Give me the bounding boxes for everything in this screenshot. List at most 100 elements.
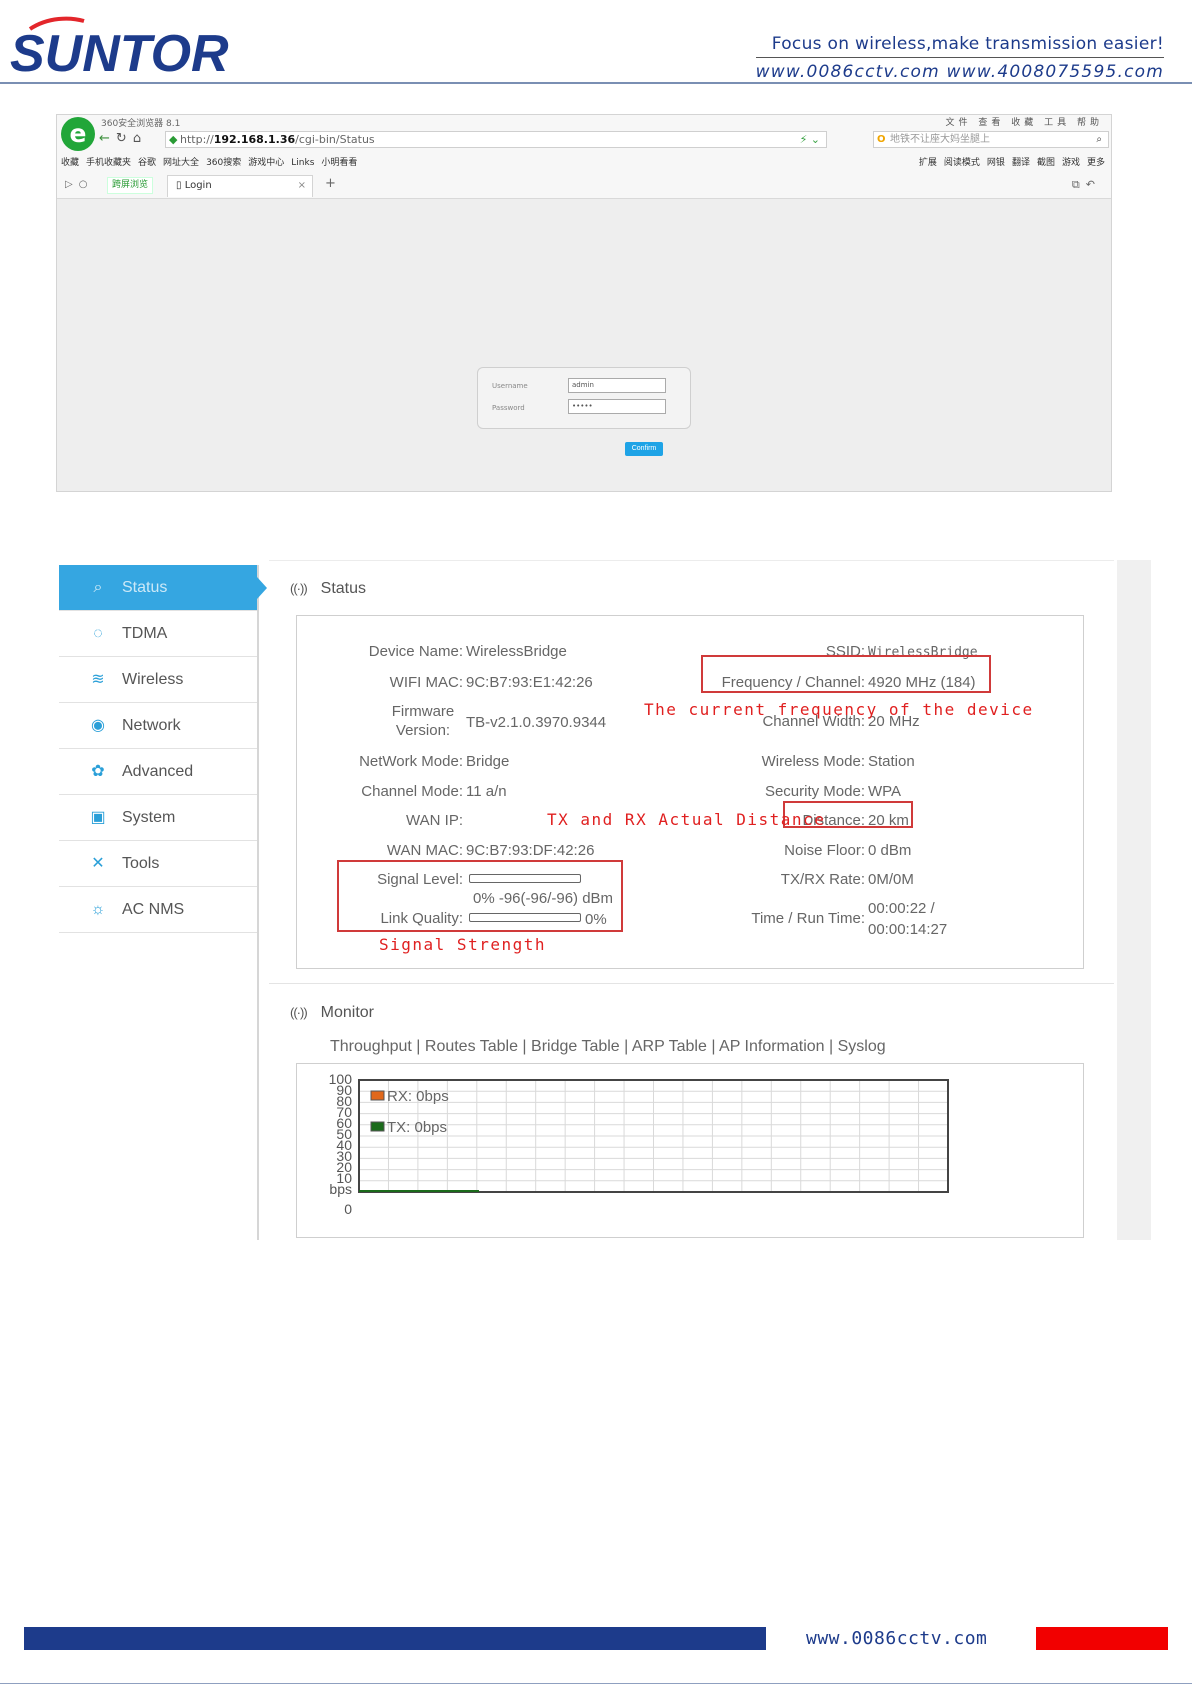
signal-highlight-box xyxy=(337,860,623,932)
cross-screen-tab[interactable]: 跨屏浏览 xyxy=(107,177,154,194)
antenna-icon: ((·)) xyxy=(290,581,308,596)
toolbar-item[interactable]: 截图 xyxy=(1037,158,1055,168)
system-icon: ▣ xyxy=(90,809,106,826)
wan-mac-value: 9C:B7:93:DF:42:26 xyxy=(466,842,595,859)
toolbar-item[interactable]: 游戏 xyxy=(1062,158,1080,168)
wireless-mode-label: Wireless Mode: xyxy=(761,753,865,770)
password-input[interactable]: ••••• xyxy=(568,399,666,414)
favorite-item[interactable]: 收藏 xyxy=(61,158,79,168)
time-value-2: 00:00:14:27 xyxy=(868,921,948,938)
legend-swatch xyxy=(370,1090,385,1101)
sidebar-item-label: Wireless xyxy=(122,671,184,688)
username-label: Username xyxy=(492,382,528,390)
security-mode-value: WPA xyxy=(868,783,902,800)
wan-ip-label: WAN IP: xyxy=(406,812,463,829)
toolbar-item[interactable]: 阅读模式 xyxy=(944,158,980,168)
favorite-item[interactable]: 小明看看 xyxy=(321,158,357,168)
tools-icon: ✕ xyxy=(91,855,105,872)
tdma-icon: ◌ xyxy=(93,625,103,642)
toolbar-item[interactable]: 网银 xyxy=(987,158,1005,168)
antenna-icon: ((·)) xyxy=(290,1005,308,1020)
status-section-title: ((·)) Status xyxy=(290,580,367,597)
favorite-item[interactable]: 手机收藏夹 xyxy=(86,158,131,168)
sidebar-item-status[interactable]: ⌕ Status xyxy=(59,565,267,611)
time-value-1: 00:00:22 / xyxy=(868,900,935,917)
device-name-label: Device Name: xyxy=(368,643,463,660)
time-label: Time / Run Time: xyxy=(751,910,865,927)
device-name-value: WirelessBridge xyxy=(466,643,567,660)
sidebar-item-label: Advanced xyxy=(122,763,194,780)
favorite-item[interactable]: 网址大全 xyxy=(163,158,199,168)
network-mode-value: Bridge xyxy=(466,753,510,770)
search-icon[interactable]: ⌕ xyxy=(1096,132,1102,147)
favorite-item[interactable]: 360搜索 xyxy=(206,158,241,168)
sidebar-item-network[interactable]: ◉ Network xyxy=(59,703,257,749)
logo-text: SUNTOR xyxy=(10,25,229,77)
wifi-mac-value: 9C:B7:93:E1:42:26 xyxy=(466,674,593,691)
browser-toolbar[interactable]: 扩展 阅读模式 网银 翻译 截图 游戏 更多 xyxy=(912,155,1105,168)
sidebar-item-label: Network xyxy=(122,717,181,734)
tab-restore-icons[interactable]: ⧉↶ xyxy=(1072,178,1101,192)
wan-mac-label: WAN MAC: xyxy=(386,842,463,859)
sidebar-item-wireless[interactable]: ≋ Wireless xyxy=(59,657,257,703)
status-panel: Device Name: WirelessBridge WIFI MAC: 9C… xyxy=(296,615,1084,969)
search-input[interactable]: O 地铁不让座大妈坐腿上 ⌕ xyxy=(873,131,1109,148)
sidebar-item-label: AC NMS xyxy=(122,901,185,918)
page-icon: ▯ xyxy=(176,180,185,191)
footer-blue-bar xyxy=(24,1627,766,1650)
toolbar-item[interactable]: 翻译 xyxy=(1012,158,1030,168)
firmware-value: TB-v2.1.0.3970.9344 xyxy=(466,714,607,731)
favorite-item[interactable]: Links xyxy=(291,158,314,168)
new-tab-button[interactable]: + xyxy=(325,176,336,191)
status-icon: ⌕ xyxy=(93,579,103,596)
network-mode-label: NetWork Mode: xyxy=(359,753,463,770)
tab-bar-icons[interactable]: ▷○ xyxy=(65,179,93,190)
favorite-item[interactable]: 谷歌 xyxy=(138,158,156,168)
sidebar: ⌕ Status ◌ TDMA ≋ Wireless ◉ Network ✿ Advanced ▣ S… xyxy=(59,565,267,1240)
home-icon[interactable]: ⌂ xyxy=(133,131,147,146)
sidebar-item-system[interactable]: ▣ System xyxy=(59,795,257,841)
address-bar[interactable]: ◆ http://192.168.1.36/cgi-bin/Status ⚡ ⌄ xyxy=(165,131,827,148)
toolbar-item[interactable]: 扩展 xyxy=(919,158,937,168)
toolbar-item[interactable]: 更多 xyxy=(1087,158,1105,168)
browser-logo-icon: e xyxy=(61,117,95,151)
tab-login[interactable]: ▯ Login × xyxy=(167,175,313,197)
username-input[interactable]: admin xyxy=(568,378,666,393)
frequency-annotation: The current frequency of the device xyxy=(644,700,1034,719)
suntor-logo: SUNTOR xyxy=(8,15,258,83)
section-divider xyxy=(269,983,1114,984)
firmware-label: Firmware Version: xyxy=(391,703,455,739)
back-icon[interactable]: ← xyxy=(99,131,116,146)
refresh-icon[interactable]: ↻ xyxy=(116,131,133,146)
monitor-tabs[interactable]: Throughput | Routes Table | Bridge Table… xyxy=(330,1038,886,1056)
browser-window: e 360安全浏览器 8.1 文件 查看 收藏 工具 帮助 ←↻⌂ ◆ http… xyxy=(56,114,1112,492)
sidebar-item-label: TDMA xyxy=(122,625,168,642)
nav-buttons[interactable]: ←↻⌂ xyxy=(99,131,147,146)
sidebar-item-label: Status xyxy=(122,579,168,596)
sidebar-item-tdma[interactable]: ◌ TDMA xyxy=(59,611,257,657)
lightning-icon[interactable]: ⚡ ⌄ xyxy=(800,132,820,147)
sidebar-item-tools[interactable]: ✕ Tools xyxy=(59,841,257,887)
legend-label: RX: 0bps xyxy=(387,1088,449,1105)
sidebar-item-advanced[interactable]: ✿ Advanced xyxy=(59,749,257,795)
advanced-icon: ✿ xyxy=(91,763,105,780)
footer-url: www.0086cctv.com xyxy=(806,1628,988,1649)
favorites-bar[interactable]: 收藏 手机收藏夹 谷歌 网址大全 360搜索 游戏中心 Links 小明看看 xyxy=(61,155,364,168)
scrollbar[interactable] xyxy=(1117,560,1151,1240)
close-icon[interactable]: × xyxy=(298,176,306,196)
main-panel: ((·)) Status Device Name: WirelessBridge … xyxy=(269,560,1114,1240)
sidebar-item-ac-nms[interactable]: ☼ AC NMS xyxy=(59,887,257,933)
ac-nms-icon: ☼ xyxy=(90,901,106,918)
confirm-button[interactable]: Confirm xyxy=(625,442,663,456)
tagline-text: Focus on wireless,make transmission easi… xyxy=(755,34,1164,58)
favorite-item[interactable]: 游戏中心 xyxy=(248,158,284,168)
distance-annotation: TX and RX Actual Distance xyxy=(547,810,826,829)
window-menu[interactable]: 文件 查看 收藏 工具 帮助 xyxy=(946,115,1103,128)
txrx-rate-value: 0M/0M xyxy=(868,871,914,888)
y-tick-label: bps xyxy=(329,1181,352,1197)
network-icon: ◉ xyxy=(91,717,105,734)
browser-title: 360安全浏览器 8.1 xyxy=(101,119,181,129)
browser-chrome: e 360安全浏览器 8.1 文件 查看 收藏 工具 帮助 ←↻⌂ ◆ http… xyxy=(57,115,1111,199)
tab-bar: ▷○ 跨屏浏览 ▯ Login × + ⧉↶ xyxy=(57,173,1111,199)
wifi-mac-label: WIFI MAC: xyxy=(389,674,463,691)
